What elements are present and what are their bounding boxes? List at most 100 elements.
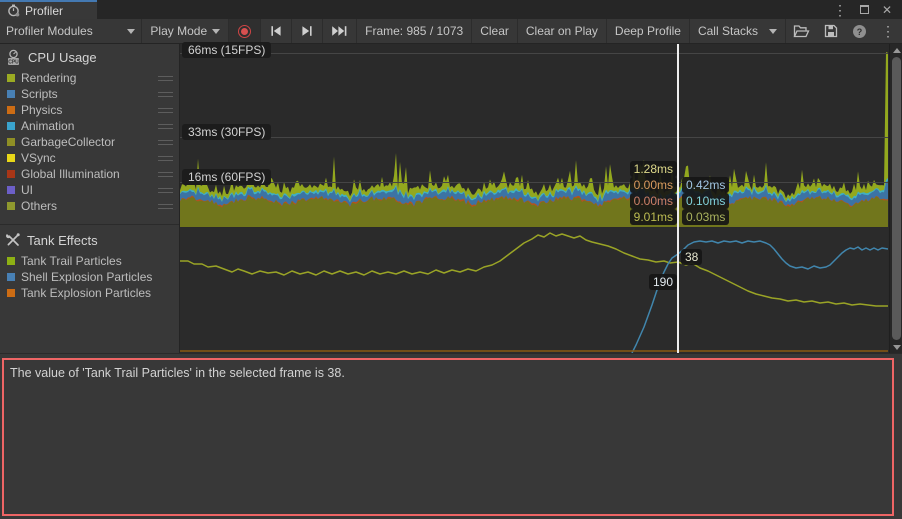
- deep-profile-label: Deep Profile: [615, 24, 681, 38]
- gridline-label: 33ms (30FPS): [182, 124, 271, 140]
- legend-label: Scripts: [21, 87, 58, 101]
- gridline-label: 16ms (60FPS): [182, 169, 271, 185]
- drag-handle-icon[interactable]: [158, 92, 173, 97]
- drag-handle-icon[interactable]: [158, 172, 173, 177]
- legend-item-animation[interactable]: Animation: [0, 118, 179, 134]
- module-header-tank-effects[interactable]: Tank Effects: [0, 227, 179, 253]
- frame-value-badge: 9.01ms: [630, 209, 677, 225]
- cpu-legend-list: RenderingScripts PhysicsAnimationGarbageC…: [0, 70, 179, 214]
- toolbar-menu-button[interactable]: ⋮: [874, 19, 902, 43]
- frame-counter-label: Frame: 985 / 1073: [365, 24, 463, 38]
- profiler-toolbar: Profiler Modules Play Mode: [0, 19, 902, 44]
- drag-handle-icon[interactable]: [158, 156, 173, 161]
- call-stacks-dropdown[interactable]: Call Stacks: [690, 19, 786, 43]
- module-title: Tank Effects: [27, 233, 98, 248]
- legend-item-others[interactable]: Others: [0, 198, 179, 214]
- vertical-scrollbar[interactable]: [889, 44, 902, 353]
- color-swatch-icon: [7, 106, 15, 114]
- color-swatch-icon: [7, 122, 15, 130]
- clear-on-play-button[interactable]: Clear on Play: [518, 19, 607, 43]
- charts-area: 66ms (15FPS)33ms (30FPS)16ms (60FPS)1.28…: [180, 44, 902, 353]
- toolbar-right-icons: ? ⋮: [786, 19, 902, 43]
- profiler-modules-label: Profiler Modules: [6, 24, 93, 38]
- profiler-modules-dropdown[interactable]: Profiler Modules: [0, 19, 142, 43]
- legend-label: GarbageCollector: [21, 135, 115, 149]
- svg-text:CPU: CPU: [8, 59, 19, 65]
- save-profile-button[interactable]: [817, 19, 845, 43]
- help-button[interactable]: ?: [845, 19, 874, 43]
- legend-item-scripts[interactable]: Scripts: [0, 86, 179, 102]
- tab-label: Profiler: [25, 4, 63, 18]
- color-swatch-icon: [7, 257, 15, 265]
- deep-profile-button[interactable]: Deep Profile: [607, 19, 690, 43]
- cpu-usage-chart[interactable]: 66ms (15FPS)33ms (30FPS)16ms (60FPS)1.28…: [180, 44, 888, 227]
- drag-handle-icon[interactable]: [158, 108, 173, 113]
- tank-effects-chart[interactable]: 38190: [180, 228, 888, 353]
- close-icon[interactable]: ✕: [882, 4, 892, 16]
- drag-handle-icon[interactable]: [158, 140, 173, 145]
- titlebar-spacer: [97, 0, 833, 19]
- current-frame-icon: [331, 25, 348, 37]
- maximize-icon[interactable]: [860, 5, 869, 14]
- tank-legend-list: Tank Trail ParticlesShell Explosion Part…: [0, 253, 179, 301]
- color-swatch-icon: [7, 202, 15, 210]
- legend-item-global-illumination[interactable]: Global Illumination: [0, 166, 179, 182]
- kebab-menu-icon: ⋮: [881, 23, 895, 40]
- drag-handle-icon[interactable]: [158, 204, 173, 209]
- scroll-up-button[interactable]: [890, 44, 902, 56]
- drag-handle-icon[interactable]: [158, 188, 173, 193]
- legend-item-rendering[interactable]: Rendering: [0, 70, 179, 86]
- frame-value-badge: 0.42ms: [682, 177, 729, 193]
- legend-item-ui[interactable]: UI: [0, 182, 179, 198]
- color-swatch-icon: [7, 289, 15, 297]
- module-cpu-usage: CPU CPU Usage RenderingScripts PhysicsAni…: [0, 44, 179, 214]
- play-mode-dropdown[interactable]: Play Mode: [142, 19, 229, 43]
- triangle-up-icon: [893, 48, 901, 53]
- selected-frame-line[interactable]: [677, 44, 679, 353]
- legend-item-physics[interactable]: Physics: [0, 102, 179, 118]
- triangle-down-icon: [893, 345, 901, 350]
- cpu-icon: CPU: [5, 49, 22, 66]
- module-header-cpu-usage[interactable]: CPU CPU Usage: [0, 44, 179, 70]
- legend-item-tank-explosion-particles[interactable]: Tank Explosion Particles: [0, 285, 179, 301]
- record-button[interactable]: [229, 19, 261, 43]
- legend-item-tank-trail-particles[interactable]: Tank Trail Particles: [0, 253, 179, 269]
- legend-item-garbagecollector[interactable]: GarbageCollector: [0, 134, 179, 150]
- drag-handle-icon[interactable]: [158, 124, 173, 129]
- chevron-down-icon: [127, 29, 135, 34]
- window-menu-icon[interactable]: ⋮: [833, 3, 847, 17]
- current-frame-button[interactable]: [323, 19, 357, 43]
- color-swatch-icon: [7, 186, 15, 194]
- frame-value-badge: 190: [649, 274, 677, 290]
- scroll-down-button[interactable]: [890, 341, 902, 353]
- previous-frame-button[interactable]: [261, 19, 292, 43]
- tank-lines: [180, 228, 888, 353]
- tab-profiler[interactable]: Profiler: [0, 0, 97, 19]
- color-swatch-icon: [7, 74, 15, 82]
- legend-item-vsync[interactable]: VSync: [0, 150, 179, 166]
- modules-sidebar: CPU CPU Usage RenderingScripts PhysicsAni…: [0, 44, 180, 353]
- scrollbar-thumb[interactable]: [892, 57, 901, 340]
- legend-label: Others: [21, 199, 57, 213]
- legend-label: Tank Trail Particles: [21, 254, 122, 268]
- next-frame-button[interactable]: [292, 19, 323, 43]
- load-profile-button[interactable]: [786, 19, 817, 43]
- color-swatch-icon: [7, 170, 15, 178]
- clear-button[interactable]: Clear: [472, 19, 518, 43]
- chevron-down-icon: [212, 29, 220, 34]
- next-frame-icon: [300, 25, 314, 37]
- color-swatch-icon: [7, 273, 15, 281]
- titlebar: Profiler ⋮ ✕: [0, 0, 902, 19]
- main-area: CPU CPU Usage RenderingScripts PhysicsAni…: [0, 44, 902, 353]
- legend-label: Tank Explosion Particles: [21, 286, 151, 300]
- legend-label: Physics: [21, 103, 62, 117]
- color-swatch-icon: [7, 154, 15, 162]
- color-swatch-icon: [7, 138, 15, 146]
- save-floppy-icon: [824, 24, 838, 38]
- folder-open-icon: [793, 24, 810, 38]
- frame-value-badge: 0.00ms: [630, 177, 677, 193]
- legend-item-shell-explosion-particles[interactable]: Shell Explosion Particles: [0, 269, 179, 285]
- clear-label: Clear: [480, 24, 509, 38]
- drag-handle-icon[interactable]: [158, 76, 173, 81]
- cpu-stacked-area: [180, 44, 888, 227]
